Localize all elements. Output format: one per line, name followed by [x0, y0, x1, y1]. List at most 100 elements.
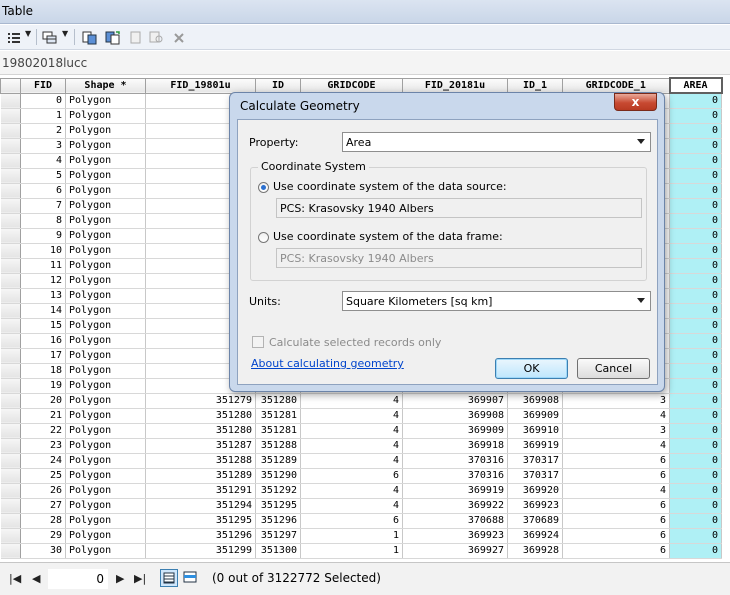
cell-area[interactable]: 0: [669, 498, 722, 514]
cell-shape[interactable]: Polygon: [65, 258, 146, 274]
cell-id-1[interactable]: 370689: [507, 513, 563, 529]
cell-id[interactable]: 351281: [255, 408, 301, 424]
cell-gridcode[interactable]: 4: [300, 423, 403, 439]
cell-shape[interactable]: Polygon: [65, 363, 146, 379]
cell-fid-19801u[interactable]: 351288: [145, 453, 256, 469]
row-selector[interactable]: [0, 198, 21, 214]
row-selector[interactable]: [0, 153, 21, 169]
clear-selection-icon[interactable]: [126, 28, 146, 47]
row-selector[interactable]: [0, 288, 21, 304]
table-row[interactable]: 27 Polygon 351294 351295 4 369922 369923 6 0: [0, 498, 722, 514]
cell-id-1[interactable]: 369909: [507, 408, 563, 424]
cell-fid[interactable]: 2: [20, 123, 66, 139]
cell-fid[interactable]: 14: [20, 303, 66, 319]
cell-gridcode[interactable]: 4: [300, 453, 403, 469]
row-selector[interactable]: [0, 348, 21, 364]
cell-area[interactable]: 0: [669, 183, 722, 199]
cell-fid-20181u[interactable]: 370316: [402, 453, 508, 469]
related-tables-icon[interactable]: [40, 28, 60, 47]
cell-shape[interactable]: Polygon: [65, 123, 146, 139]
table-row[interactable]: 26 Polygon 351291 351292 4 369919 369920 4 0: [0, 483, 722, 499]
cell-gridcode[interactable]: 4: [300, 483, 403, 499]
cell-shape[interactable]: Polygon: [65, 468, 146, 484]
cell-area[interactable]: 0: [669, 153, 722, 169]
cell-shape[interactable]: Polygon: [65, 393, 146, 409]
row-selector[interactable]: [0, 183, 21, 199]
column-header-area[interactable]: AREA: [668, 77, 723, 94]
row-selector[interactable]: [0, 468, 21, 484]
row-selector[interactable]: [0, 213, 21, 229]
row-selector[interactable]: [0, 258, 21, 274]
cell-fid[interactable]: 7: [20, 198, 66, 214]
previous-record-icon[interactable]: ◀: [32, 572, 40, 585]
cell-gridcode-1[interactable]: 6: [562, 468, 670, 484]
show-selected-records-icon[interactable]: [182, 569, 200, 587]
cell-fid[interactable]: 8: [20, 213, 66, 229]
selected-records-only-checkbox[interactable]: [252, 336, 264, 348]
row-selector[interactable]: [0, 303, 21, 319]
row-selector[interactable]: [0, 408, 21, 424]
cell-fid[interactable]: 10: [20, 243, 66, 259]
cell-shape[interactable]: Polygon: [65, 243, 146, 259]
cell-id[interactable]: 351281: [255, 423, 301, 439]
radio-data-source[interactable]: [258, 182, 269, 193]
cell-gridcode[interactable]: 1: [300, 528, 403, 544]
cell-fid-19801u[interactable]: 351295: [145, 513, 256, 529]
cell-shape[interactable]: Polygon: [65, 288, 146, 304]
row-selector[interactable]: [0, 108, 21, 124]
cell-fid-19801u[interactable]: 351279: [145, 393, 256, 409]
column-header-fid-20181u[interactable]: FID_20181u: [402, 77, 508, 94]
cell-gridcode-1[interactable]: 4: [562, 483, 670, 499]
cell-shape[interactable]: Polygon: [65, 93, 146, 109]
cell-fid[interactable]: 17: [20, 348, 66, 364]
row-selector[interactable]: [0, 423, 21, 439]
cell-id[interactable]: 351290: [255, 468, 301, 484]
cell-area[interactable]: 0: [669, 348, 722, 364]
table-options-dropdown-icon[interactable]: ▼: [25, 29, 31, 38]
cell-fid-19801u[interactable]: 351287: [145, 438, 256, 454]
cell-fid-20181u[interactable]: 369907: [402, 393, 508, 409]
cell-id-1[interactable]: 369928: [507, 543, 563, 559]
column-header-shape[interactable]: Shape *: [65, 77, 146, 94]
cell-area[interactable]: 0: [669, 468, 722, 484]
cell-id[interactable]: 351288: [255, 438, 301, 454]
cell-fid[interactable]: 13: [20, 288, 66, 304]
cell-area[interactable]: 0: [669, 288, 722, 304]
cell-fid[interactable]: 16: [20, 333, 66, 349]
first-record-icon[interactable]: |◀: [9, 572, 21, 585]
radio-data-frame[interactable]: [258, 232, 269, 243]
cell-id[interactable]: 351296: [255, 513, 301, 529]
row-selector[interactable]: [0, 318, 21, 334]
cell-gridcode-1[interactable]: 3: [562, 423, 670, 439]
cell-fid[interactable]: 19: [20, 378, 66, 394]
cell-area[interactable]: 0: [669, 243, 722, 259]
cell-shape[interactable]: Polygon: [65, 273, 146, 289]
cell-id-1[interactable]: 369924: [507, 528, 563, 544]
cell-fid-20181u[interactable]: 370688: [402, 513, 508, 529]
cell-fid[interactable]: 25: [20, 468, 66, 484]
cell-gridcode-1[interactable]: 6: [562, 498, 670, 514]
switch-selection-icon[interactable]: [103, 28, 123, 47]
row-selector[interactable]: [0, 168, 21, 184]
cell-fid[interactable]: 29: [20, 528, 66, 544]
cell-area[interactable]: 0: [669, 543, 722, 559]
zoom-to-selected-icon[interactable]: [147, 28, 167, 47]
row-selector[interactable]: [0, 333, 21, 349]
cell-gridcode[interactable]: 4: [300, 393, 403, 409]
cell-area[interactable]: 0: [669, 438, 722, 454]
cell-area[interactable]: 0: [669, 273, 722, 289]
table-row[interactable]: 28 Polygon 351295 351296 6 370688 370689 6 0: [0, 513, 722, 529]
row-selector[interactable]: [0, 273, 21, 289]
about-calculating-geometry-link[interactable]: About calculating geometry: [251, 357, 404, 370]
cell-fid-20181u[interactable]: 369919: [402, 483, 508, 499]
cell-fid-20181u[interactable]: 369922: [402, 498, 508, 514]
cell-area[interactable]: 0: [669, 453, 722, 469]
cell-fid[interactable]: 12: [20, 273, 66, 289]
cell-shape[interactable]: Polygon: [65, 513, 146, 529]
cell-gridcode[interactable]: 4: [300, 498, 403, 514]
cell-shape[interactable]: Polygon: [65, 318, 146, 334]
cell-gridcode-1[interactable]: 6: [562, 513, 670, 529]
cell-shape[interactable]: Polygon: [65, 108, 146, 124]
cell-area[interactable]: 0: [669, 363, 722, 379]
related-tables-dropdown-icon[interactable]: ▼: [62, 29, 68, 38]
